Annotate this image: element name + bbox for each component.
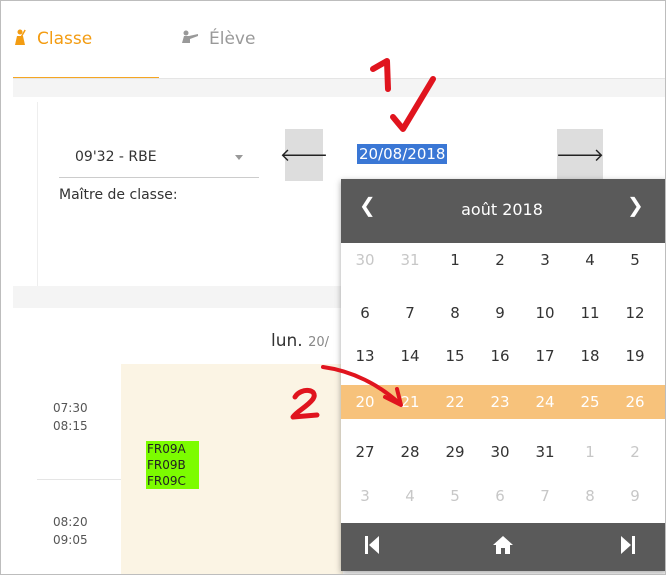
annotation-number-1 bbox=[370, 58, 391, 92]
annotation-layer bbox=[290, 58, 436, 420]
annotation-check-mark bbox=[390, 76, 436, 132]
annotation-number-2 bbox=[290, 388, 320, 420]
app-frame: Classe Élève 09'32 - RBE Maître de class… bbox=[0, 0, 666, 575]
